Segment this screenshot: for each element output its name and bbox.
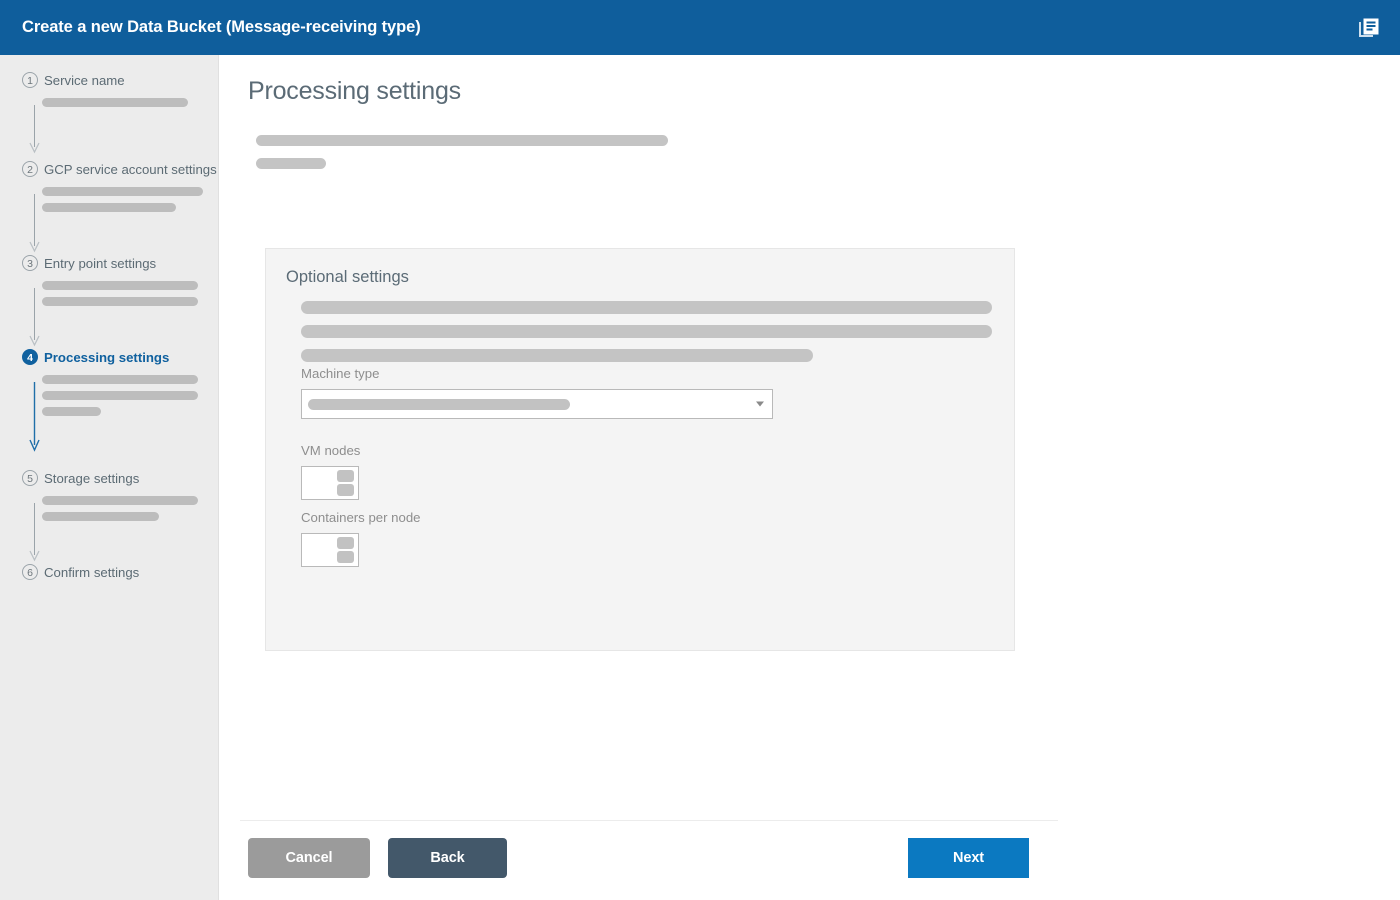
placeholder-bar	[42, 187, 203, 196]
step-label: GCP service account settings	[44, 161, 217, 177]
step-number-badge: 1	[22, 72, 38, 88]
containers-per-node-stepper-buttons	[337, 537, 354, 563]
wizard-steps-sidebar: 1 Service name 2 GCP service account set…	[0, 55, 219, 900]
step-label: Service name	[44, 72, 125, 88]
sidebar-step-service-name[interactable]: 1 Service name	[0, 69, 218, 154]
stepper-down-icon[interactable]	[337, 484, 354, 496]
stepper-down-icon[interactable]	[337, 551, 354, 563]
step-header[interactable]: 2 GCP service account settings	[22, 158, 218, 180]
page-title: Processing settings	[248, 77, 461, 105]
step-connector-arrow	[29, 194, 40, 254]
placeholder-bar	[42, 496, 198, 505]
step-number-badge: 5	[22, 470, 38, 486]
machine-type-select[interactable]	[301, 389, 773, 419]
machine-type-label: Machine type	[301, 366, 380, 381]
step-header[interactable]: 5 Storage settings	[22, 467, 218, 489]
placeholder-bar	[42, 391, 198, 400]
step-placeholder-group	[22, 368, 218, 416]
step-number-badge: 4	[22, 349, 38, 365]
footer-divider	[240, 820, 1058, 821]
panel-description-placeholders	[301, 301, 992, 373]
intro-placeholder-group	[256, 135, 1016, 181]
step-label: Entry point settings	[44, 255, 157, 271]
stepper-up-icon[interactable]	[337, 537, 354, 549]
optional-settings-panel: Optional settings Machine type VM nodes	[265, 248, 1015, 651]
containers-per-node-label: Containers per node	[301, 510, 421, 525]
sidebar-step-entry-point-settings[interactable]: 3 Entry point settings	[0, 252, 218, 347]
placeholder-bar	[301, 349, 813, 362]
step-label: Storage settings	[44, 470, 140, 486]
window-title: Create a new Data Bucket (Message-receiv…	[22, 18, 421, 36]
placeholder-bar	[301, 301, 992, 314]
next-button[interactable]: Next	[908, 838, 1029, 878]
documents-icon[interactable]	[1356, 15, 1382, 41]
step-header[interactable]: 6 Confirm settings	[22, 561, 218, 583]
vm-nodes-stepper-buttons	[337, 470, 354, 496]
placeholder-bar	[256, 158, 326, 169]
placeholder-bar	[42, 512, 159, 521]
vm-nodes-label: VM nodes	[301, 443, 361, 458]
wizard-footer: Cancel Back Next	[220, 838, 1400, 900]
main-content: Processing settings Optional settings Ma…	[220, 55, 1400, 900]
field-machine-type: Machine type	[301, 366, 773, 419]
step-connector-arrow-active	[29, 382, 40, 454]
step-number-badge: 6	[22, 564, 38, 580]
field-vm-nodes: VM nodes	[301, 443, 360, 500]
title-bar: Create a new Data Bucket (Message-receiv…	[0, 0, 1400, 55]
step-connector-arrow	[29, 105, 40, 155]
step-number-badge: 2	[22, 161, 38, 177]
step-header[interactable]: 1 Service name	[22, 69, 218, 91]
panel-title: Optional settings	[286, 268, 409, 286]
chevron-down-icon	[756, 401, 764, 407]
placeholder-bar	[42, 297, 198, 306]
placeholder-bar	[42, 203, 176, 212]
placeholder-bar	[42, 407, 101, 416]
step-label: Processing settings	[44, 349, 170, 365]
step-placeholder-group	[22, 489, 218, 521]
placeholder-bar	[308, 398, 570, 410]
step-placeholder-group	[22, 180, 218, 212]
title-bar-actions	[1356, 15, 1382, 41]
cancel-button[interactable]: Cancel	[248, 838, 370, 878]
step-label: Confirm settings	[44, 564, 140, 580]
sidebar-step-gcp-service-account-settings[interactable]: 2 GCP service account settings	[0, 158, 218, 253]
wizard-window: Create a new Data Bucket (Message-receiv…	[0, 0, 1400, 900]
vm-nodes-stepper[interactable]	[301, 466, 359, 500]
stepper-up-icon[interactable]	[337, 470, 354, 482]
placeholder-bar	[256, 135, 668, 146]
field-containers-per-node: Containers per node	[301, 510, 421, 567]
placeholder-bar	[42, 375, 198, 384]
placeholder-bar	[301, 325, 992, 338]
placeholder-bar	[42, 98, 188, 107]
containers-per-node-stepper[interactable]	[301, 533, 359, 567]
sidebar-step-confirm-settings[interactable]: 6 Confirm settings	[0, 561, 218, 583]
step-header[interactable]: 4 Processing settings	[22, 346, 218, 368]
step-connector-arrow	[29, 288, 40, 348]
back-button[interactable]: Back	[388, 838, 507, 878]
placeholder-bar	[42, 281, 198, 290]
step-number-badge: 3	[22, 255, 38, 271]
step-header[interactable]: 3 Entry point settings	[22, 252, 218, 274]
sidebar-step-storage-settings[interactable]: 5 Storage settings	[0, 467, 218, 562]
step-placeholder-group	[22, 91, 218, 107]
step-placeholder-group	[22, 274, 218, 306]
step-connector-arrow	[29, 503, 40, 563]
sidebar-step-processing-settings[interactable]: 4 Processing settings	[0, 346, 218, 452]
